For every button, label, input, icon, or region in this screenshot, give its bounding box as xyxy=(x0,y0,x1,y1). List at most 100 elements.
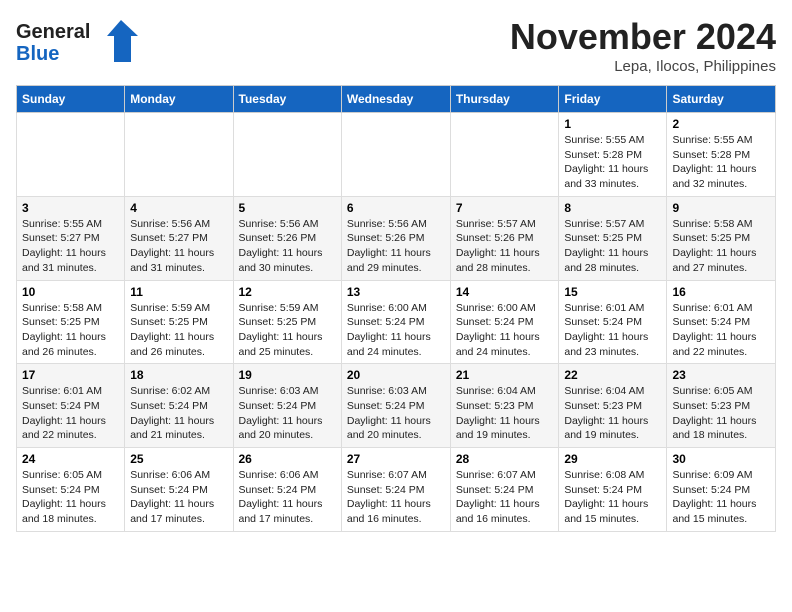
calendar-cell: 2 Sunrise: 5:55 AM Sunset: 5:28 PM Daylig… xyxy=(667,113,776,197)
calendar-cell: 25 Sunrise: 6:06 AM Sunset: 5:24 PM Dayli… xyxy=(125,448,233,532)
calendar-cell: 23Sunrise: 6:05 AM Sunset: 5:23 PM Dayli… xyxy=(667,364,776,448)
calendar-cell: 1 Sunrise: 5:55 AM Sunset: 5:28 PM Daylig… xyxy=(559,113,667,197)
weekday-header-wednesday: Wednesday xyxy=(341,86,450,113)
calendar-cell: 4 Sunrise: 5:56 AM Sunset: 5:27 PM Daylig… xyxy=(125,196,233,280)
calendar-cell: 7Sunrise: 5:57 AM Sunset: 5:26 PM Daylig… xyxy=(450,196,559,280)
day-info: Sunrise: 5:58 AM Sunset: 5:25 PM Dayligh… xyxy=(672,217,770,276)
day-info: Sunrise: 5:56 AM Sunset: 5:26 PM Dayligh… xyxy=(347,217,445,276)
day-number: 30 xyxy=(672,452,770,466)
day-number: 26 xyxy=(239,452,336,466)
day-info: Sunrise: 5:56 AM Sunset: 5:26 PM Dayligh… xyxy=(239,217,336,276)
calendar-cell: 27 Sunrise: 6:07 AM Sunset: 5:24 PM Dayli… xyxy=(341,448,450,532)
day-info: Sunrise: 6:01 AM Sunset: 5:24 PM Dayligh… xyxy=(22,384,119,443)
weekday-header-saturday: Saturday xyxy=(667,86,776,113)
location: Lepa, Ilocos, Philippines xyxy=(510,58,776,75)
logo-svg: GeneralBlue xyxy=(16,16,146,66)
day-info: Sunrise: 6:03 AM Sunset: 5:24 PM Dayligh… xyxy=(347,384,445,443)
calendar-cell: 16 Sunrise: 6:01 AM Sunset: 5:24 PM Dayli… xyxy=(667,280,776,364)
day-info: Sunrise: 5:55 AM Sunset: 5:27 PM Dayligh… xyxy=(22,217,119,276)
page-header: GeneralBlue November 2024 Lepa, Ilocos, … xyxy=(16,16,776,75)
day-number: 28 xyxy=(456,452,554,466)
day-number: 16 xyxy=(672,285,770,299)
weekday-header-friday: Friday xyxy=(559,86,667,113)
day-number: 24 xyxy=(22,452,119,466)
day-number: 19 xyxy=(239,368,336,382)
day-info: Sunrise: 5:55 AM Sunset: 5:28 PM Dayligh… xyxy=(672,133,770,192)
weekday-header-sunday: Sunday xyxy=(17,86,125,113)
day-number: 2 xyxy=(672,117,770,131)
calendar-cell: 28 Sunrise: 6:07 AM Sunset: 5:24 PM Dayli… xyxy=(450,448,559,532)
calendar-cell xyxy=(233,113,341,197)
calendar-cell: 29Sunrise: 6:08 AM Sunset: 5:24 PM Dayli… xyxy=(559,448,667,532)
calendar-cell: 8 Sunrise: 5:57 AM Sunset: 5:25 PM Daylig… xyxy=(559,196,667,280)
month-title: November 2024 xyxy=(510,16,776,58)
calendar-cell: 17 Sunrise: 6:01 AM Sunset: 5:24 PM Dayli… xyxy=(17,364,125,448)
day-number: 9 xyxy=(672,201,770,215)
calendar-week-row: 1 Sunrise: 5:55 AM Sunset: 5:28 PM Daylig… xyxy=(17,113,776,197)
day-number: 10 xyxy=(22,285,119,299)
day-info: Sunrise: 6:01 AM Sunset: 5:24 PM Dayligh… xyxy=(672,301,770,360)
calendar-cell: 14 Sunrise: 6:00 AM Sunset: 5:24 PM Dayli… xyxy=(450,280,559,364)
calendar-cell: 11 Sunrise: 5:59 AM Sunset: 5:25 PM Dayli… xyxy=(125,280,233,364)
logo: GeneralBlue xyxy=(16,16,146,66)
calendar-cell: 30Sunrise: 6:09 AM Sunset: 5:24 PM Dayli… xyxy=(667,448,776,532)
day-info: Sunrise: 5:58 AM Sunset: 5:25 PM Dayligh… xyxy=(22,301,119,360)
day-number: 23 xyxy=(672,368,770,382)
day-number: 20 xyxy=(347,368,445,382)
day-number: 17 xyxy=(22,368,119,382)
day-number: 21 xyxy=(456,368,554,382)
day-info: Sunrise: 5:55 AM Sunset: 5:28 PM Dayligh… xyxy=(564,133,661,192)
day-number: 11 xyxy=(130,285,227,299)
day-info: Sunrise: 6:00 AM Sunset: 5:24 PM Dayligh… xyxy=(456,301,554,360)
calendar-cell: 18Sunrise: 6:02 AM Sunset: 5:24 PM Dayli… xyxy=(125,364,233,448)
calendar-cell xyxy=(341,113,450,197)
weekday-header-thursday: Thursday xyxy=(450,86,559,113)
calendar-cell xyxy=(450,113,559,197)
day-number: 5 xyxy=(239,201,336,215)
calendar-table: SundayMondayTuesdayWednesdayThursdayFrid… xyxy=(16,85,776,532)
day-number: 25 xyxy=(130,452,227,466)
day-info: Sunrise: 6:06 AM Sunset: 5:24 PM Dayligh… xyxy=(130,468,227,527)
day-info: Sunrise: 6:07 AM Sunset: 5:24 PM Dayligh… xyxy=(347,468,445,527)
day-number: 6 xyxy=(347,201,445,215)
calendar-cell: 6 Sunrise: 5:56 AM Sunset: 5:26 PM Daylig… xyxy=(341,196,450,280)
calendar-week-row: 3 Sunrise: 5:55 AM Sunset: 5:27 PM Daylig… xyxy=(17,196,776,280)
day-info: Sunrise: 5:59 AM Sunset: 5:25 PM Dayligh… xyxy=(130,301,227,360)
calendar-cell: 22Sunrise: 6:04 AM Sunset: 5:23 PM Dayli… xyxy=(559,364,667,448)
calendar-cell xyxy=(125,113,233,197)
day-number: 18 xyxy=(130,368,227,382)
day-info: Sunrise: 6:03 AM Sunset: 5:24 PM Dayligh… xyxy=(239,384,336,443)
calendar-cell xyxy=(17,113,125,197)
calendar-cell: 3 Sunrise: 5:55 AM Sunset: 5:27 PM Daylig… xyxy=(17,196,125,280)
day-number: 22 xyxy=(564,368,661,382)
day-number: 7 xyxy=(456,201,554,215)
title-block: November 2024 Lepa, Ilocos, Philippines xyxy=(510,16,776,75)
day-number: 3 xyxy=(22,201,119,215)
day-number: 14 xyxy=(456,285,554,299)
svg-text:General: General xyxy=(16,21,90,43)
day-info: Sunrise: 5:59 AM Sunset: 5:25 PM Dayligh… xyxy=(239,301,336,360)
weekday-header-row: SundayMondayTuesdayWednesdayThursdayFrid… xyxy=(17,86,776,113)
day-info: Sunrise: 6:04 AM Sunset: 5:23 PM Dayligh… xyxy=(456,384,554,443)
calendar-cell: 21 Sunrise: 6:04 AM Sunset: 5:23 PM Dayli… xyxy=(450,364,559,448)
day-number: 8 xyxy=(564,201,661,215)
day-number: 4 xyxy=(130,201,227,215)
calendar-cell: 10 Sunrise: 5:58 AM Sunset: 5:25 PM Dayli… xyxy=(17,280,125,364)
calendar-week-row: 24Sunrise: 6:05 AM Sunset: 5:24 PM Dayli… xyxy=(17,448,776,532)
day-info: Sunrise: 6:01 AM Sunset: 5:24 PM Dayligh… xyxy=(564,301,661,360)
calendar-week-row: 17 Sunrise: 6:01 AM Sunset: 5:24 PM Dayli… xyxy=(17,364,776,448)
calendar-cell: 26 Sunrise: 6:06 AM Sunset: 5:24 PM Dayli… xyxy=(233,448,341,532)
day-info: Sunrise: 5:56 AM Sunset: 5:27 PM Dayligh… xyxy=(130,217,227,276)
day-number: 12 xyxy=(239,285,336,299)
day-number: 27 xyxy=(347,452,445,466)
calendar-cell: 20 Sunrise: 6:03 AM Sunset: 5:24 PM Dayli… xyxy=(341,364,450,448)
calendar-cell: 12 Sunrise: 5:59 AM Sunset: 5:25 PM Dayli… xyxy=(233,280,341,364)
day-number: 1 xyxy=(564,117,661,131)
weekday-header-tuesday: Tuesday xyxy=(233,86,341,113)
day-info: Sunrise: 6:06 AM Sunset: 5:24 PM Dayligh… xyxy=(239,468,336,527)
calendar-week-row: 10 Sunrise: 5:58 AM Sunset: 5:25 PM Dayli… xyxy=(17,280,776,364)
day-info: Sunrise: 5:57 AM Sunset: 5:25 PM Dayligh… xyxy=(564,217,661,276)
day-info: Sunrise: 6:07 AM Sunset: 5:24 PM Dayligh… xyxy=(456,468,554,527)
calendar-cell: 9 Sunrise: 5:58 AM Sunset: 5:25 PM Daylig… xyxy=(667,196,776,280)
calendar-cell: 5 Sunrise: 5:56 AM Sunset: 5:26 PM Daylig… xyxy=(233,196,341,280)
